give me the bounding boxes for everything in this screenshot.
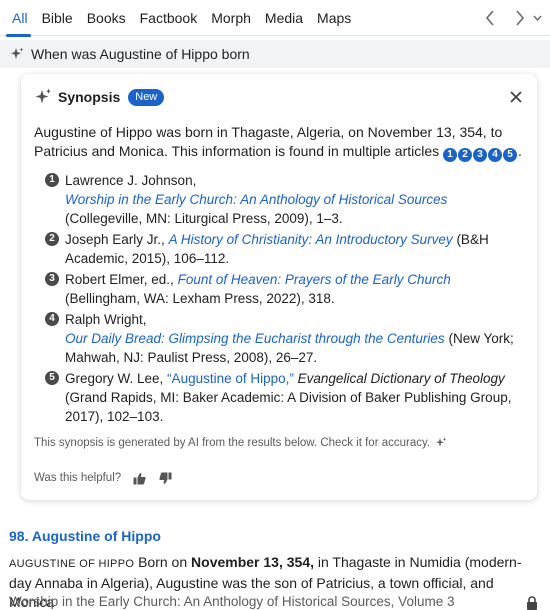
result-headword: AUGUSTINE OF HIPPO xyxy=(9,558,135,570)
reference-title-link[interactable]: Fount of Heaven: Prayers of the Early Ch… xyxy=(178,272,451,287)
reference-item: 1 Lawrence J. Johnson, Worship in the Ea… xyxy=(45,171,525,228)
chevron-right-icon[interactable] xyxy=(510,0,530,36)
tab-media[interactable]: Media xyxy=(258,0,310,36)
reference-title-link[interactable]: “Augustine of Hippo,” xyxy=(167,371,294,386)
result-source[interactable]: Worship in the Early Church: An Antholog… xyxy=(9,594,454,609)
helpful-label: Was this helpful? xyxy=(34,472,122,484)
article-link-5[interactable]: 5 xyxy=(503,148,518,162)
feedback-row: Was this helpful? xyxy=(34,470,173,486)
thumbs-up-icon[interactable] xyxy=(131,470,147,486)
synopsis-summary: Augustine of Hippo was born in Thagaste,… xyxy=(34,124,522,162)
sparkle-icon xyxy=(34,88,52,106)
reference-author: Joseph Early Jr., xyxy=(65,232,165,247)
thumbs-down-icon[interactable] xyxy=(157,470,173,486)
reference-item: 2 Joseph Early Jr., A History of Christi… xyxy=(45,230,525,268)
reference-author: Robert Elmer, ed., xyxy=(65,272,174,287)
lock-icon xyxy=(526,596,538,610)
reference-title-link[interactable]: Our Daily Bread: Glimpsing the Eucharist… xyxy=(65,331,445,346)
tab-morph[interactable]: Morph xyxy=(204,0,258,36)
reference-number: 4 xyxy=(45,312,59,326)
tab-factbook[interactable]: Factbook xyxy=(133,0,205,36)
tab-maps[interactable]: Maps xyxy=(310,0,358,36)
article-link-4[interactable]: 4 xyxy=(488,148,503,162)
chevron-down-icon[interactable] xyxy=(532,0,542,36)
tab-all[interactable]: All xyxy=(0,0,35,37)
reference-author: Gregory W. Lee, xyxy=(65,371,164,386)
search-query-row[interactable]: When was Augustine of Hippo born xyxy=(0,40,550,68)
reference-number: 5 xyxy=(45,371,59,385)
new-badge: New xyxy=(128,88,165,106)
reference-item: 5 Gregory W. Lee, “Augustine of Hippo,” … xyxy=(45,369,525,426)
summary-text: Augustine of Hippo was born in Thagaste,… xyxy=(34,124,503,159)
sparkle-icon xyxy=(435,437,447,449)
article-link-3[interactable]: 3 xyxy=(473,148,488,162)
reference-item: 4 Ralph Wright, Our Daily Bread: Glimpsi… xyxy=(45,310,525,367)
reference-number: 3 xyxy=(45,272,59,286)
reference-author: Ralph Wright, xyxy=(65,312,147,327)
reference-author: Lawrence J. Johnson, xyxy=(65,173,197,188)
close-icon[interactable] xyxy=(505,86,527,108)
reference-details: (Collegeville, MN: Liturgical Press, 200… xyxy=(65,211,343,226)
article-link-1[interactable]: 1 xyxy=(443,148,458,162)
reference-details: (Grand Rapids, MI: Baker Academic: A Div… xyxy=(65,390,512,424)
tab-navigation xyxy=(480,0,542,36)
reference-number: 1 xyxy=(45,173,59,187)
synopsis-card: Synopsis New Augustine of Hippo was born… xyxy=(21,74,537,500)
result-text-a: Born on xyxy=(138,554,188,570)
tab-books[interactable]: Books xyxy=(80,0,133,36)
query-text: When was Augustine of Hippo born xyxy=(31,46,250,62)
reference-number: 2 xyxy=(45,232,59,246)
reference-list: 1 Lawrence J. Johnson, Worship in the Ea… xyxy=(45,171,525,428)
sparkle-icon xyxy=(10,47,24,61)
tab-bar: All Bible Books Factbook Morph Media Map… xyxy=(0,0,550,37)
reference-work: Evangelical Dictionary of Theology xyxy=(297,371,505,386)
chevron-left-icon[interactable] xyxy=(480,0,500,36)
article-link-2[interactable]: 2 xyxy=(458,148,473,162)
reference-title-link[interactable]: A History of Christianity: An Introducto… xyxy=(169,232,453,247)
result-title-link[interactable]: 98. Augustine of Hippo xyxy=(9,528,161,544)
disclaimer-text: This synopsis is generated by AI from th… xyxy=(34,437,431,449)
synopsis-header: Synopsis New xyxy=(34,86,165,108)
tab-bible[interactable]: Bible xyxy=(35,0,80,36)
reference-item: 3 Robert Elmer, ed., Fount of Heaven: Pr… xyxy=(45,270,525,308)
synopsis-title: Synopsis xyxy=(58,89,121,105)
result-date: November 13, 354, xyxy=(191,554,314,570)
ai-disclaimer: This synopsis is generated by AI from th… xyxy=(34,437,447,449)
reference-title-link[interactable]: Worship in the Early Church: An Antholog… xyxy=(65,192,447,207)
reference-details: (Bellingham, WA: Lexham Press, 2022), 31… xyxy=(65,291,335,306)
